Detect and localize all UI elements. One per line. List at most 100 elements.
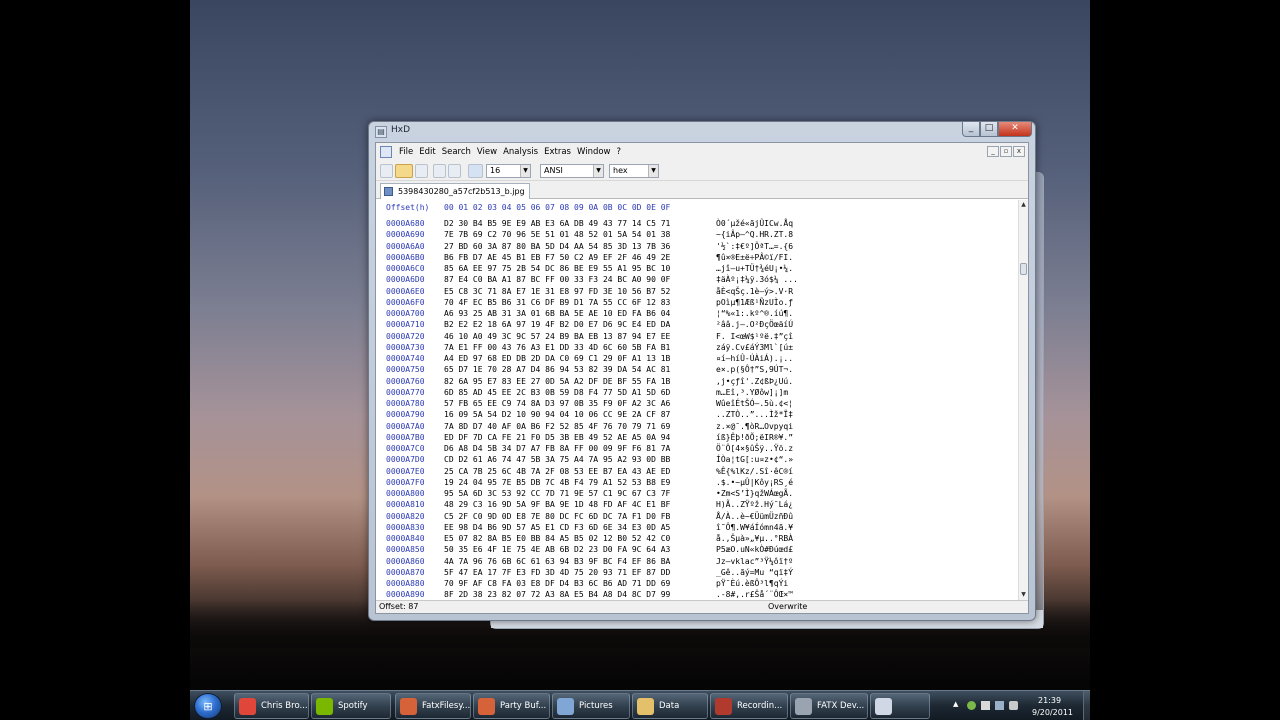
row-text[interactable]: ²ââ.j—.O²ÐçÖœäíÚ <box>716 319 793 330</box>
hxd-window[interactable]: ▤ HxD _ □ ✕ File Edit Search View Analysis Ex… <box>368 121 1036 621</box>
menu-extras[interactable]: Extras <box>541 143 574 161</box>
row-text[interactable]: ¶û×®E±ë÷PÂ©ï/FI. <box>716 252 793 263</box>
row-text[interactable]: H)Ã..ZŸºž.Hý¯Lá¿ <box>716 499 793 510</box>
menu-window[interactable]: Window <box>574 143 614 161</box>
scroll-up-icon[interactable]: ▲ <box>1019 200 1028 210</box>
menu-analysis[interactable]: Analysis <box>500 143 541 161</box>
row-hex-bytes[interactable]: ED DF 7D CA FE 21 F0 D5 3B EB 49 52 AE A… <box>444 432 670 443</box>
charset-select[interactable]: ANSI ▼ <box>540 164 604 178</box>
taskbar-item[interactable]: Spotify <box>311 693 391 719</box>
row-hex-bytes[interactable]: 50 35 E6 4F 1E 75 4E AB 6B D2 23 D0 FA 9… <box>444 544 670 555</box>
vertical-scrollbar[interactable]: ▲ ▼ <box>1018 200 1028 600</box>
taskbar-item[interactable] <box>870 693 930 719</box>
chevron-down-icon[interactable]: ▼ <box>520 165 530 177</box>
show-desktop-button[interactable] <box>1083 691 1090 720</box>
bytes-per-row-select[interactable]: 16 ▼ <box>486 164 531 178</box>
mdi-close-button[interactable]: x <box>1013 146 1025 157</box>
row-hex-bytes[interactable]: 7E 7B 69 C2 70 96 5E 51 01 48 52 01 5A 5… <box>444 229 670 240</box>
row-text[interactable]: ¦“%«1:.kº^®.íú¶. <box>716 308 793 319</box>
row-text[interactable]: _Gê..ãý=Mu “qï‡Ý <box>716 567 793 578</box>
minimize-button[interactable]: _ <box>962 122 980 137</box>
menu-help[interactable]: ? <box>614 143 625 161</box>
row-hex-bytes[interactable]: 7A E1 FF 00 43 76 A3 E1 DD 33 4D 6C 60 5… <box>444 342 670 353</box>
title-bar[interactable]: ▤ HxD _ □ ✕ <box>369 122 1035 142</box>
row-text[interactable]: z.×@¯.¶òR…Ovpyqi <box>716 421 793 432</box>
row-text[interactable]: P5æO.uN«kÒ#Ðúœd£ <box>716 544 793 555</box>
cut-icon[interactable] <box>433 164 446 178</box>
row-text[interactable]: '½`:‡€º]ÔªT…=.{6 <box>716 241 793 252</box>
taskbar-item[interactable]: Pictures <box>552 693 630 719</box>
row-hex-bytes[interactable]: 48 29 C3 16 9D 5A 9F BA 9E 1D 48 FD AF 4… <box>444 499 670 510</box>
tray-app-icon[interactable] <box>967 701 976 710</box>
row-text[interactable]: .$.•~µÛ|Kôy¡RS¸é <box>716 477 793 488</box>
row-hex-bytes[interactable]: D2 30 B4 B5 9E E9 AB E3 6A DB 49 43 77 1… <box>444 218 670 229</box>
row-hex-bytes[interactable]: 85 6A EE 97 75 2B 54 DC 86 BE E9 55 A1 9… <box>444 263 670 274</box>
row-hex-bytes[interactable]: A4 ED 97 68 ED DB 2D DA C0 69 C1 29 0F A… <box>444 353 670 364</box>
row-text[interactable]: pOìµ¶1Æß¹ÑzUÌo.ƒ <box>716 297 793 308</box>
row-hex-bytes[interactable]: 8F 2D 38 23 82 07 72 A3 8A E5 B4 A8 D4 8… <box>444 589 670 600</box>
row-text[interactable]: ..ZTÒ..”...Ìž*Ï‡ <box>716 409 793 420</box>
network-icon[interactable] <box>995 701 1004 710</box>
chevron-down-icon[interactable]: ▼ <box>593 165 603 177</box>
menu-file[interactable]: File <box>396 143 416 161</box>
row-text[interactable]: ‡äÀº¡‡¼ÿ.3ó$¼ ... <box>716 274 798 285</box>
new-file-icon[interactable] <box>380 164 393 178</box>
clock-date[interactable]: 9/20/2011 <box>1032 708 1073 717</box>
row-hex-bytes[interactable]: 95 5A 6D 3C 53 92 CC 7D 71 9E 57 C1 9C 6… <box>444 488 670 499</box>
row-hex-bytes[interactable]: 19 24 04 95 7E B5 DB 7C 4B F4 79 A1 52 5… <box>444 477 670 488</box>
tab-file[interactable]: 5398430280_a57cf2b513_b.jpg <box>380 183 530 199</box>
taskbar-item[interactable]: Party Buf... <box>473 693 550 719</box>
row-text[interactable]: Å/À..è~€ÜümÜzñÐû <box>716 511 793 522</box>
row-text[interactable]: Ö¨Ô[4×§ûŠÿ..Ÿö.z <box>716 443 793 454</box>
clock-time[interactable]: 21:39 <box>1038 696 1061 705</box>
row-text[interactable]: .-8#‚.r£Šå´¨ÔŒ×™ <box>716 589 793 600</box>
tray-expand-icon[interactable]: ▲ <box>953 700 962 709</box>
row-text[interactable]: •Zm<S’Ì}qžWÁœgÃ. <box>716 488 793 499</box>
save-icon[interactable] <box>415 164 428 178</box>
offset-base-select[interactable]: hex ▼ <box>609 164 659 178</box>
menu-view[interactable]: View <box>474 143 500 161</box>
row-hex-bytes[interactable]: B6 FB D7 AE 45 B1 EB F7 50 C2 A9 EF 2F 4… <box>444 252 670 263</box>
row-hex-bytes[interactable]: 7A 8D D7 40 AF 0A B6 F2 52 85 4F 76 70 7… <box>444 421 670 432</box>
row-hex-bytes[interactable]: 70 9F AF C8 FA 03 E8 DF D4 B3 6C B6 AD 7… <box>444 578 670 589</box>
row-hex-bytes[interactable]: 46 10 A0 49 3C 9C 57 24 B9 BA EB 13 87 9… <box>444 331 670 342</box>
maximize-button[interactable]: □ <box>980 122 998 137</box>
row-text[interactable]: ‚j•çƒî'.Z¢ßÞ¿Uú. <box>716 376 793 387</box>
taskbar-item[interactable]: Recordin... <box>710 693 788 719</box>
taskbar-item[interactable]: FATX Dev... <box>790 693 868 719</box>
copy-icon[interactable] <box>448 164 461 178</box>
row-hex-bytes[interactable]: 16 09 5A 54 D2 10 90 94 04 10 06 CC 9E 2… <box>444 409 670 420</box>
status-mode[interactable]: Overwrite <box>768 601 807 613</box>
row-hex-bytes[interactable]: 27 BD 60 3A 87 80 BA 5D D4 AA 54 85 3D 1… <box>444 241 670 252</box>
row-text[interactable]: ~{iÂp–^Q.HR.ZT.8 <box>716 229 793 240</box>
row-text[interactable]: záÿ.Cv£áÝ3Ml`[ú± <box>716 342 793 353</box>
chevron-down-icon[interactable]: ▼ <box>648 165 658 177</box>
row-text[interactable]: å.‚Šµà»„¥µ..°RBÀ <box>716 533 793 544</box>
row-text[interactable]: î˜Ô¶.W¥áÍómn4ã.¥ <box>716 522 793 533</box>
row-hex-bytes[interactable]: 70 4F EC B5 B6 31 C6 DF B9 D1 7A 55 CC 6… <box>444 297 670 308</box>
row-hex-bytes[interactable]: 4A 7A 96 76 6B 6C 61 63 94 B3 9F BC F4 E… <box>444 556 670 567</box>
row-hex-bytes[interactable]: B2 E2 E2 18 6A 97 19 4F B2 D0 E7 D6 9C E… <box>444 319 670 330</box>
row-text[interactable]: ¤í—híÛ-ÚÀiÁ).¡.. <box>716 353 793 364</box>
row-text[interactable]: %Ê{%lKz/.Sî·êC®í <box>716 466 793 477</box>
row-text[interactable]: e×.p(§Ô†”S‚9ÚT¬. <box>716 364 793 375</box>
row-hex-bytes[interactable]: A6 93 25 AB 31 3A 01 6B BA 5E AE 10 ED F… <box>444 308 670 319</box>
taskbar-item[interactable]: FatxFilesy... <box>395 693 471 719</box>
row-hex-bytes[interactable]: 65 D7 1E 70 28 A7 D4 86 94 53 82 39 DA 5… <box>444 364 670 375</box>
mdi-minimize-button[interactable]: _ <box>987 146 999 157</box>
row-hex-bytes[interactable]: 25 CA 7B 25 6C 4B 7A 2F 08 53 EE B7 EA 4… <box>444 466 670 477</box>
scroll-down-icon[interactable]: ▼ <box>1019 590 1028 600</box>
row-text[interactable]: …jî—u+TÜ†¾éU¡•¼. <box>716 263 793 274</box>
taskbar-item[interactable]: Data <box>632 693 708 719</box>
row-text[interactable]: m…­Eî,³.YØôw]¡]m <box>716 387 788 398</box>
row-hex-bytes[interactable]: 82 6A 95 E7 83 EE 27 0D 5A A2 DF DE BF 5… <box>444 376 670 387</box>
row-hex-bytes[interactable]: D6 A8 D4 5B 34 D7 A7 FB 8A FF 00 09 9F F… <box>444 443 670 454</box>
tray-device-icon[interactable] <box>981 701 990 710</box>
row-text[interactable]: pŸ¯Èú.èßÔ³l¶­qÝi <box>716 578 788 589</box>
scroll-thumb[interactable] <box>1020 263 1027 275</box>
row-hex-bytes[interactable]: 57 FB 65 EE C9 74 8A D3 97 0B 35 F9 0F A… <box>444 398 670 409</box>
row-hex-bytes[interactable]: 6D 85 AD 45 EE 2C B3 0B 59 D8 F4 77 5D A… <box>444 387 670 398</box>
row-hex-bytes[interactable]: EE 98 D4 B6 9D 57 A5 E1 CD F3 6D 6E 34 E… <box>444 522 670 533</box>
mdi-restore-button[interactable]: ▫ <box>1000 146 1012 157</box>
close-button[interactable]: ✕ <box>998 122 1032 137</box>
